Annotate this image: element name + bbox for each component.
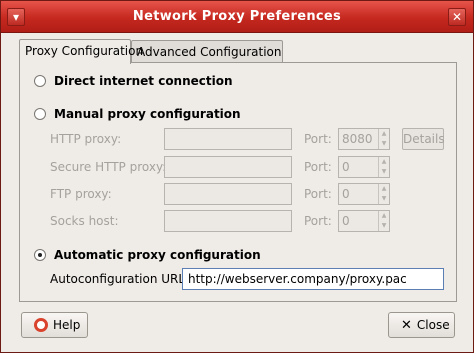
help-lifebuoy-icon xyxy=(34,318,48,332)
automatic-proxy-label: Automatic proxy configuration xyxy=(54,248,261,262)
manual-proxy-option[interactable]: Manual proxy configuration xyxy=(34,105,241,123)
ftp-proxy-label: FTP proxy: xyxy=(50,187,112,201)
window-title: Network Proxy Preferences xyxy=(132,9,342,24)
ftp-port-label: Port: xyxy=(304,187,332,201)
window-close-icon[interactable]: ✕ xyxy=(448,8,466,26)
socks-host-input[interactable] xyxy=(164,210,292,232)
tab-advanced-configuration[interactable]: Advanced Configuration xyxy=(131,40,283,64)
socks-port-label: Port: xyxy=(304,214,332,228)
direct-connection-option[interactable]: Direct internet connection xyxy=(34,72,233,90)
proxy-configuration-panel: Direct internet connection Manual proxy … xyxy=(19,62,457,302)
spin-up-icon[interactable]: ▲ xyxy=(379,184,389,194)
ftp-port-spinner[interactable]: 0 ▲ ▼ xyxy=(338,183,390,205)
help-button-label: Help xyxy=(53,318,81,332)
automatic-proxy-radio[interactable] xyxy=(34,249,46,261)
secure-http-proxy-label: Secure HTTP proxy: xyxy=(50,160,167,174)
socks-host-label: Socks host: xyxy=(50,214,119,228)
secure-http-port-value: 0 xyxy=(342,160,350,174)
tab-proxy-configuration[interactable]: Proxy Configuration xyxy=(19,39,143,64)
http-proxy-input[interactable] xyxy=(164,128,292,150)
close-button-label: Close xyxy=(416,318,450,332)
socks-port-spinner[interactable]: 0 ▲ ▼ xyxy=(338,210,390,232)
automatic-proxy-option[interactable]: Automatic proxy configuration xyxy=(34,246,261,264)
spin-up-icon[interactable]: ▲ xyxy=(379,129,389,139)
autoconfig-url-label: Autoconfiguration URL: xyxy=(50,272,190,286)
help-button[interactable]: Help xyxy=(21,312,88,338)
details-button[interactable]: Details xyxy=(402,128,445,150)
close-icon: ✕ xyxy=(401,317,412,333)
secure-http-proxy-input[interactable] xyxy=(164,156,292,178)
http-port-value: 8080 xyxy=(342,132,373,146)
direct-connection-radio[interactable] xyxy=(34,75,46,87)
close-button[interactable]: ✕ Close xyxy=(388,312,455,338)
direct-connection-label: Direct internet connection xyxy=(54,74,233,88)
spin-down-icon[interactable]: ▼ xyxy=(379,221,389,231)
secure-http-port-spinner[interactable]: 0 ▲ ▼ xyxy=(338,156,390,178)
http-proxy-label: HTTP proxy: xyxy=(50,132,122,146)
spin-up-icon[interactable]: ▲ xyxy=(379,211,389,221)
manual-proxy-radio[interactable] xyxy=(34,108,46,120)
socks-port-value: 0 xyxy=(342,214,350,228)
spin-down-icon[interactable]: ▼ xyxy=(379,139,389,149)
spin-down-icon[interactable]: ▼ xyxy=(379,167,389,177)
spin-up-icon[interactable]: ▲ xyxy=(379,157,389,167)
autoconfig-url-input[interactable]: http://webserver.company/proxy.pac xyxy=(182,268,444,290)
ftp-proxy-input[interactable] xyxy=(164,183,292,205)
manual-proxy-label: Manual proxy configuration xyxy=(54,107,241,121)
secure-http-port-label: Port: xyxy=(304,160,332,174)
ftp-port-value: 0 xyxy=(342,187,350,201)
http-port-spinner[interactable]: 8080 ▲ ▼ xyxy=(338,128,390,150)
title-bar[interactable]: ▾ Network Proxy Preferences ✕ xyxy=(1,1,473,33)
spin-down-icon[interactable]: ▼ xyxy=(379,194,389,204)
proxy-preferences-window: ▾ Network Proxy Preferences ✕ Proxy Conf… xyxy=(0,0,474,353)
http-port-label: Port: xyxy=(304,132,332,146)
